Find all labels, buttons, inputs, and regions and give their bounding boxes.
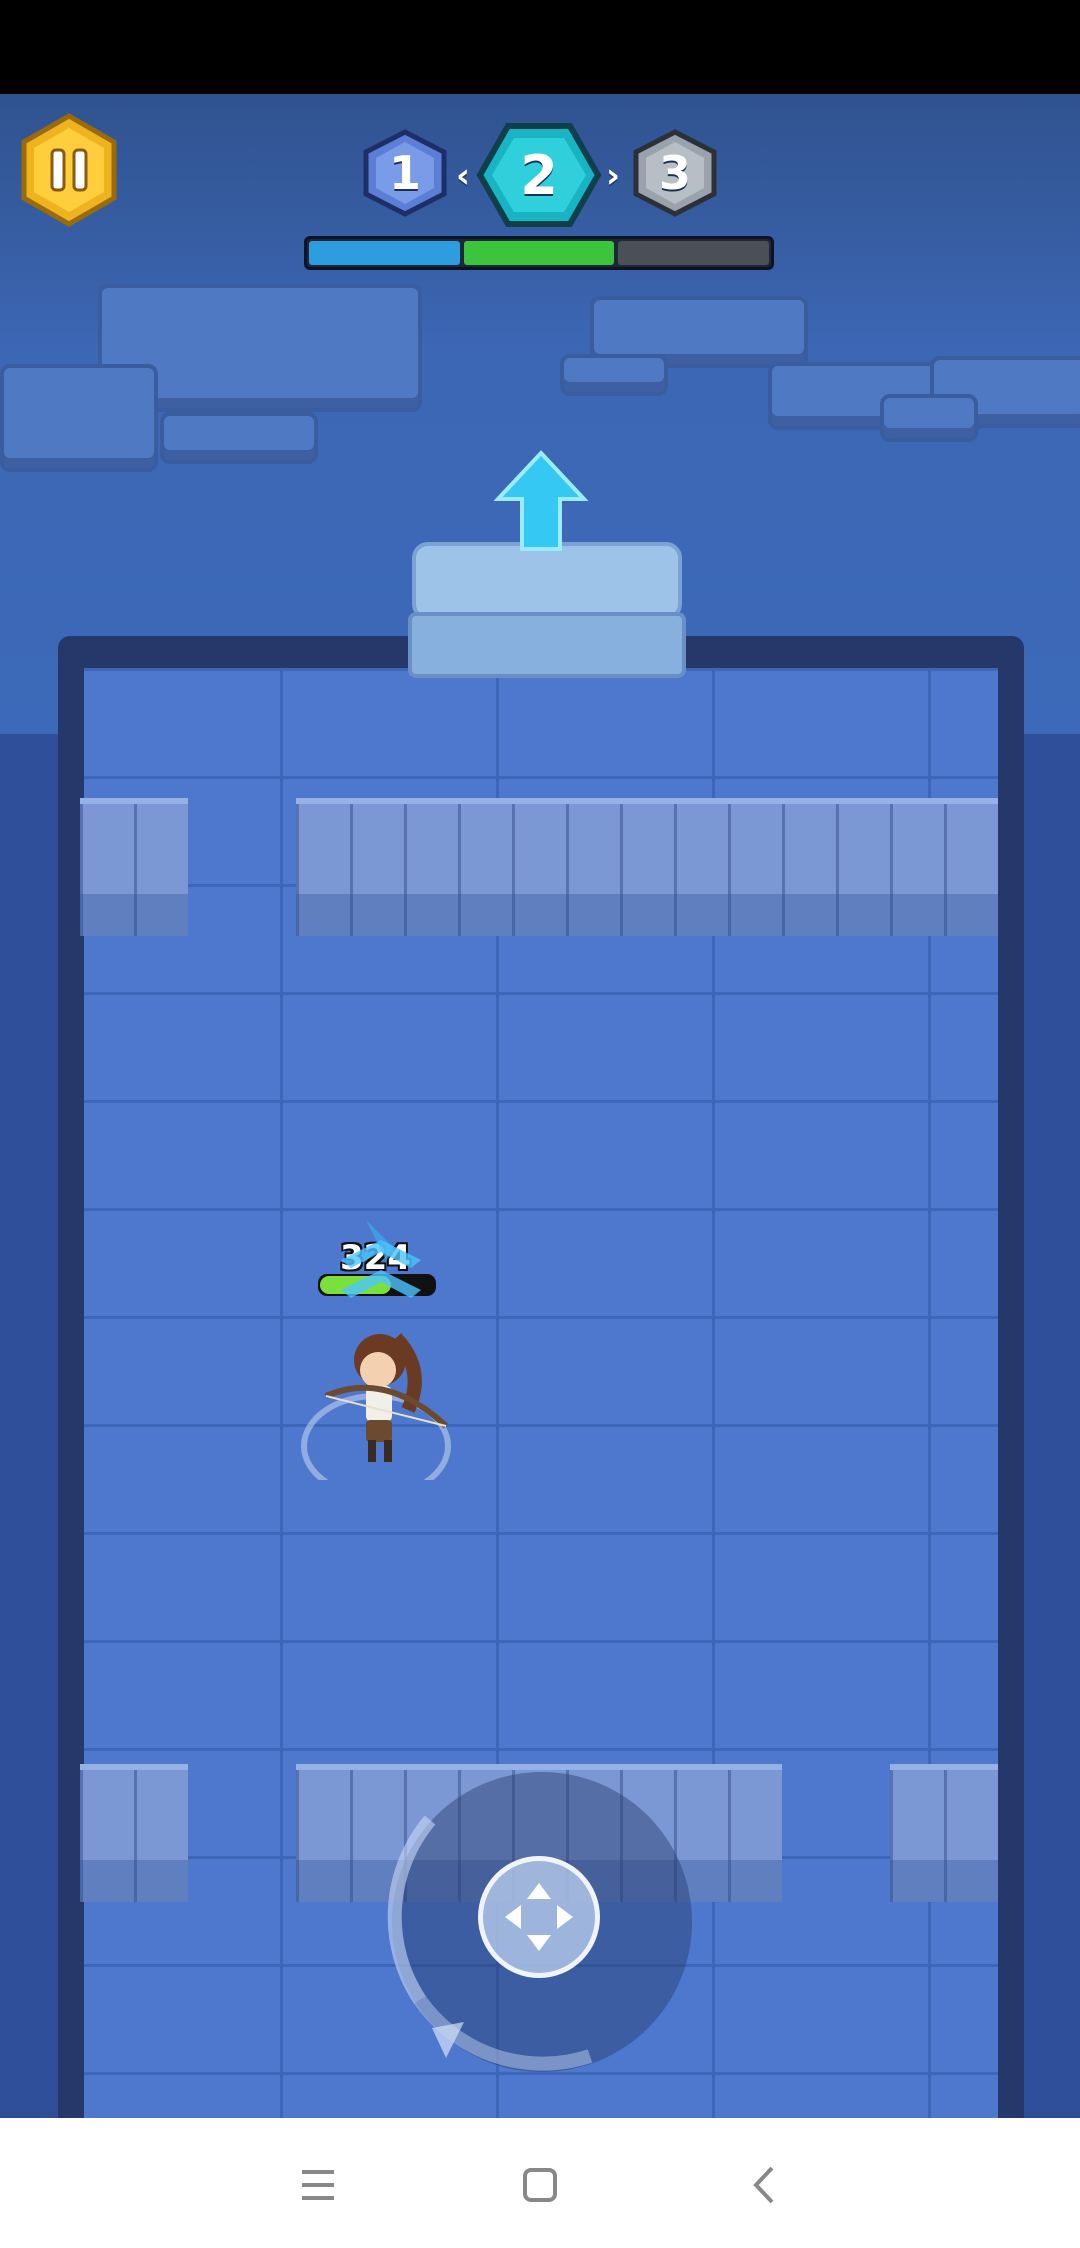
stage-hex-1: 1 — [360, 128, 450, 218]
home-icon — [523, 2168, 557, 2202]
stone-wall — [890, 1764, 998, 1902]
pause-icon — [21, 113, 117, 227]
stone-wall — [80, 1764, 188, 1902]
background-stone — [880, 394, 978, 442]
background-stone — [160, 412, 318, 464]
status-bar — [0, 0, 1080, 94]
stage-separator: › — [606, 156, 621, 196]
game-viewport[interactable]: 324 1 ‹ 2 › 3 — [0, 94, 1080, 2118]
progress-segment — [309, 241, 460, 265]
stage-hex-3: 3 — [630, 128, 720, 218]
stage-hex-2: 2 — [476, 122, 602, 228]
stage-label-3: 3 — [658, 146, 691, 200]
stone-wall — [80, 798, 188, 936]
progress-segment — [618, 241, 770, 265]
menu-icon — [302, 2170, 334, 2200]
stage-progress-bar — [304, 236, 774, 270]
stage-label-2: 2 — [520, 143, 558, 207]
stage-separator: ‹ — [456, 156, 471, 196]
nav-menu-button[interactable] — [278, 2150, 358, 2220]
pause-button[interactable] — [18, 112, 120, 228]
background-stone — [0, 364, 158, 472]
exit-arrow-icon — [494, 450, 588, 551]
stage-label-1: 1 — [388, 146, 421, 200]
back-icon — [753, 2166, 774, 2204]
stone-wall — [296, 798, 998, 936]
nav-back-button[interactable] — [726, 2150, 806, 2220]
stair-step — [408, 612, 686, 678]
exit-stairs[interactable] — [408, 542, 686, 678]
nav-home-button[interactable] — [500, 2150, 580, 2220]
background-stone — [560, 354, 668, 396]
progress-segment — [463, 241, 615, 265]
archer-player — [301, 1220, 451, 1480]
joystick-icon[interactable] — [478, 1856, 600, 1978]
stage-indicator: 1 ‹ 2 › 3 — [360, 123, 720, 228]
